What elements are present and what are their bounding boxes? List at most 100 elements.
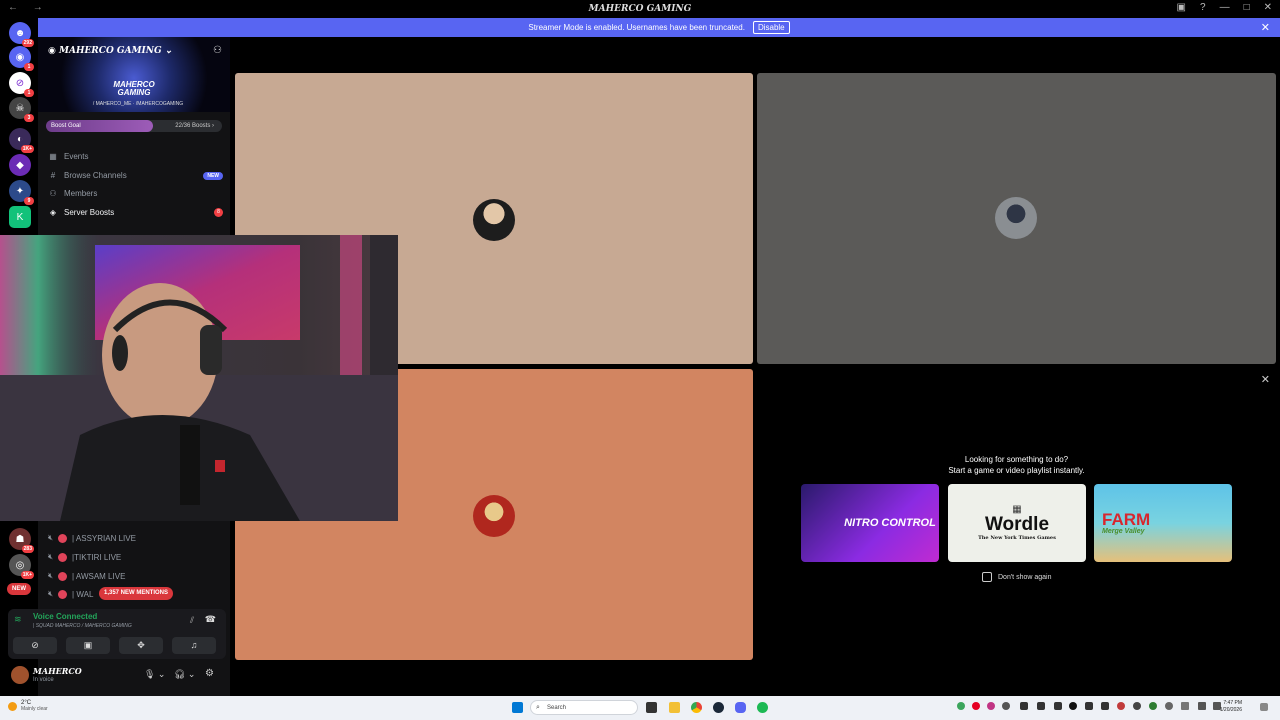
activity-card-wordle[interactable]: ▦ Wordle The New York Times Games xyxy=(948,484,1086,562)
soundboard-button[interactable]: ♫ xyxy=(172,637,216,654)
spotify-icon[interactable] xyxy=(757,702,768,713)
task-view-icon[interactable] xyxy=(646,702,657,713)
voice-user[interactable]: 🔇︎ | AWSAM LIVE xyxy=(48,569,228,583)
server-badge: 1K+ xyxy=(20,145,34,153)
dont-show-again[interactable]: Don't show again xyxy=(982,572,1051,582)
weather-desc: Mainly clear xyxy=(21,706,48,712)
clock-date: 1/20/2026 xyxy=(1219,707,1242,713)
noise-suppression-icon[interactable]: ⫽ xyxy=(190,615,194,626)
boost-count: 22/36 Boosts › xyxy=(175,123,214,129)
channel-events[interactable]: ▦ Events xyxy=(48,148,223,165)
voice-user-label: | AWSAM LIVE xyxy=(72,571,126,581)
windows-taskbar: 2°C Mainly clear ⌕ Search 7:47 PM 1/20/2… xyxy=(0,696,1280,720)
channel-server-boosts[interactable]: ◈ Server Boosts 8 xyxy=(48,204,223,221)
close-icon[interactable]: ✕ xyxy=(1261,373,1270,386)
server-icon[interactable]: K xyxy=(9,206,31,228)
new-mentions-button[interactable]: 1,357 NEW MENTIONS xyxy=(99,587,174,600)
server-icon[interactable]: ☻ 292 xyxy=(9,22,34,47)
new-badge[interactable]: NEW xyxy=(7,583,31,595)
microphone-icon[interactable] xyxy=(1165,702,1173,710)
count-badge: 8 xyxy=(214,208,223,217)
chevron-up-icon[interactable] xyxy=(1181,702,1189,710)
tray-icon[interactable] xyxy=(1069,702,1077,710)
search-box[interactable]: ⌕ Search xyxy=(530,700,638,715)
card-sublabel: Merge Valley xyxy=(1102,528,1145,535)
tray-icon[interactable] xyxy=(1020,702,1028,710)
notifications-icon[interactable] xyxy=(1260,703,1268,711)
server-icon[interactable]: ◐ 1K+ xyxy=(9,128,34,153)
server-name[interactable]: ◉ MAHERCO GAMING ⌄ xyxy=(48,46,172,56)
tray-icon[interactable] xyxy=(1085,702,1093,710)
tray-icon[interactable] xyxy=(1149,702,1157,710)
camera-button[interactable]: ⊘ xyxy=(13,637,57,654)
chrome-icon[interactable] xyxy=(691,702,702,713)
video-tile[interactable] xyxy=(757,73,1276,364)
channel-label: Browse Channels xyxy=(64,171,127,180)
signal-icon[interactable]: ≋ xyxy=(14,614,22,625)
disable-button[interactable]: Disable xyxy=(752,21,790,34)
server-icon[interactable]: ☠ 3 xyxy=(9,97,34,122)
avatar xyxy=(473,495,515,537)
server-icon[interactable]: ☗ 283 xyxy=(9,528,34,553)
checkbox[interactable] xyxy=(982,572,992,582)
voice-connected-title[interactable]: Voice Connected xyxy=(33,612,97,621)
activities-button[interactable]: ✥ xyxy=(119,637,163,654)
webcam-image xyxy=(0,235,398,521)
user-name[interactable]: MAHERCO xyxy=(33,666,82,676)
tray-icon[interactable] xyxy=(1037,702,1045,710)
live-dot xyxy=(58,571,68,581)
tray-icon[interactable] xyxy=(1117,702,1125,710)
calendar-icon: ▦ xyxy=(49,152,57,161)
file-explorer-icon[interactable] xyxy=(669,702,680,713)
tray-icon[interactable] xyxy=(1133,702,1141,710)
inbox-icon[interactable]: ▣ xyxy=(1177,2,1186,13)
microphone-icon[interactable]: 🎙︎ ⌄ xyxy=(144,669,165,680)
server-badge: 283 xyxy=(21,545,34,553)
steam-icon[interactable] xyxy=(713,702,724,713)
server-icon[interactable]: ⊘ 1 xyxy=(9,72,34,97)
channel-browse[interactable]: # Browse Channels NEW xyxy=(48,167,223,184)
tray-icon[interactable] xyxy=(1054,702,1062,710)
activity-prompt: Looking for something to do? Start a gam… xyxy=(757,454,1276,476)
activity-card-farm[interactable]: FARM Merge Valley xyxy=(1094,484,1232,562)
discord-icon[interactable] xyxy=(735,702,746,713)
avatar[interactable] xyxy=(11,666,29,684)
channel-members[interactable]: ⚇ Members xyxy=(48,185,223,202)
tray-icon[interactable] xyxy=(1002,702,1010,710)
channel-label: Members xyxy=(64,189,98,198)
card-label: Wordle xyxy=(984,514,1050,535)
voice-user[interactable]: 🔇︎ | ASSYRIAN LIVE xyxy=(48,531,228,545)
help-icon[interactable]: ? xyxy=(1200,2,1206,13)
tray-icon[interactable] xyxy=(987,702,995,710)
voice-user[interactable]: 🔇︎ |TIKTIRI LIVE xyxy=(48,550,228,564)
server-icon[interactable]: ◉ 1 xyxy=(9,46,34,71)
close-window-icon[interactable]: ✕ xyxy=(1264,2,1272,13)
mute-icon: 🔇︎ xyxy=(48,533,54,542)
tray-icon[interactable] xyxy=(1101,702,1109,710)
network-icon[interactable] xyxy=(1198,702,1206,710)
activity-card-nitro-control[interactable]: NITRO CONTROL xyxy=(801,484,939,562)
tray-icon[interactable] xyxy=(972,702,980,710)
live-dot xyxy=(58,589,68,599)
add-member-icon[interactable]: ⚇ xyxy=(213,45,222,56)
server-icon[interactable]: ✦ 9 xyxy=(9,180,34,205)
disconnect-icon[interactable]: ☎ xyxy=(205,614,216,625)
search-icon: ⌕ xyxy=(536,704,540,711)
maximize-icon[interactable]: □ xyxy=(1244,2,1250,13)
server-icon[interactable]: ◎ 1K+ xyxy=(9,554,34,579)
weather-widget[interactable]: 2°C Mainly clear xyxy=(8,700,48,712)
avatar xyxy=(995,197,1037,239)
clock[interactable]: 7:47 PM 1/20/2026 xyxy=(1220,700,1242,714)
tray-icon[interactable] xyxy=(957,702,965,710)
close-icon[interactable]: ✕ xyxy=(1261,21,1270,34)
minimize-icon[interactable]: — xyxy=(1220,2,1230,13)
voice-channel-name[interactable]: | SQUAD MAHERCO / MAHERCO GAMING xyxy=(33,623,132,629)
headphones-icon[interactable]: 🎧︎ ⌄ xyxy=(174,669,195,680)
title-bar: ← → MAHERCO GAMING ▣ ? — □ ✕ xyxy=(0,0,1280,18)
screen-share-button[interactable]: ▣ xyxy=(66,637,110,654)
server-icon[interactable]: ◆ xyxy=(9,154,31,176)
settings-gear-icon[interactable]: ⚙ xyxy=(205,668,214,679)
new-pill: NEW xyxy=(203,171,223,180)
boost-goal-bar[interactable]: Boost Goal 22/36 Boosts › xyxy=(46,120,222,132)
start-icon[interactable] xyxy=(512,702,523,713)
